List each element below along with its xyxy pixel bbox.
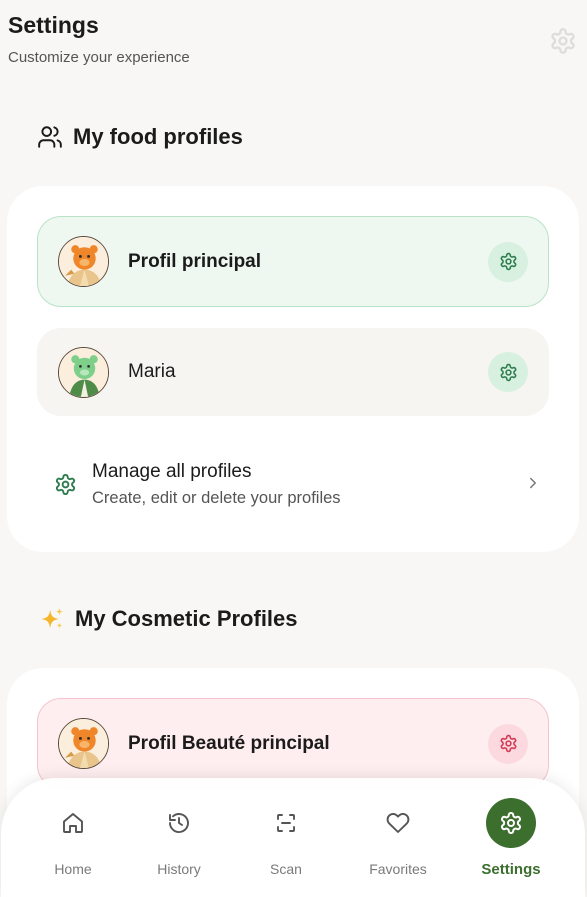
tab-scan[interactable]: Scan: [241, 798, 331, 877]
profile-name: Profil principal: [128, 250, 262, 272]
cosmetic-profiles-heading: My Cosmetic Profiles: [39, 606, 298, 632]
tab-favorites[interactable]: Favorites: [353, 798, 443, 877]
gear-icon: [499, 734, 518, 753]
bottom-tab-bar: Home History Scan Favorites Settings: [1, 778, 585, 897]
users-icon: [37, 124, 63, 150]
food-profiles-heading: My food profiles: [37, 124, 243, 150]
avatar: [58, 346, 109, 398]
tab-history[interactable]: History: [134, 798, 224, 877]
gear-icon: [52, 471, 78, 497]
gear-icon: [499, 252, 518, 271]
gear-icon: [486, 798, 536, 848]
avatar: [58, 718, 109, 769]
tab-home[interactable]: Home: [28, 798, 118, 877]
page-title: Settings: [8, 12, 99, 38]
profile-card-beaute-principal[interactable]: Profil Beauté principal: [37, 698, 549, 789]
profile-card-maria[interactable]: Maria: [37, 328, 549, 416]
tab-settings[interactable]: Settings: [466, 798, 556, 878]
heart-icon: [373, 798, 423, 848]
gear-icon: [549, 27, 577, 55]
food-profiles-card: Profil principal Maria Manage all profil…: [7, 186, 579, 552]
manage-profiles-link[interactable]: Manage all profiles Create, edit or dele…: [52, 454, 552, 514]
profile-settings-button[interactable]: [488, 241, 528, 282]
profile-card-principal[interactable]: Profil principal: [37, 216, 549, 307]
scan-icon: [261, 798, 311, 848]
page-subtitle: Customize your experience: [8, 49, 190, 66]
history-icon: [154, 798, 204, 848]
profile-name: Profil Beauté principal: [128, 732, 330, 754]
chevron-right-icon: [524, 474, 542, 497]
manage-subtitle: Create, edit or delete your profiles: [92, 488, 341, 507]
home-icon: [48, 798, 98, 848]
profile-settings-button[interactable]: [488, 723, 528, 764]
profile-name: Maria: [128, 361, 176, 382]
gear-icon: [499, 363, 518, 382]
avatar: [58, 236, 109, 287]
manage-title: Manage all profiles: [92, 460, 252, 482]
profile-settings-button[interactable]: [488, 352, 528, 392]
sparkles-icon: [39, 606, 65, 632]
